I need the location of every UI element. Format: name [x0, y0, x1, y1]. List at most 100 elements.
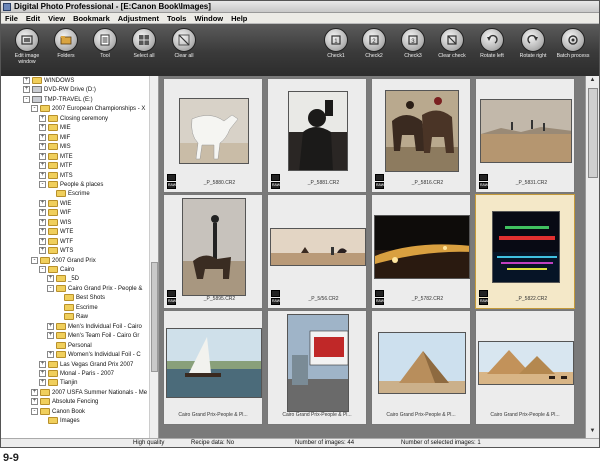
expand-icon[interactable]: +: [39, 209, 46, 217]
scroll-down-arrow-icon[interactable]: ▼: [588, 428, 597, 437]
tree-scrollbar[interactable]: [149, 76, 158, 438]
thumbnail-cell[interactable]: RAW _P_5822.CR2: [475, 194, 575, 309]
edit-image-window-button[interactable]: Edit image window: [7, 28, 47, 74]
rotate-left-button[interactable]: Rotate left: [472, 28, 512, 74]
thumbnail-cell[interactable]: Cairo Grand Prix-People & Pl...: [371, 310, 471, 425]
tree-item[interactable]: - 2007 European Championships - X: [31, 105, 145, 114]
check1-button[interactable]: 1 Check1: [316, 28, 356, 74]
thumbnail-image[interactable]: [480, 99, 572, 163]
tree-item[interactable]: + Las Vegas Grand Prix 2007: [39, 360, 133, 370]
tree-item[interactable]: Escrime: [55, 303, 98, 313]
thumbnail-cell[interactable]: RAW _P_5816.CR2: [371, 78, 471, 193]
tree-item[interactable]: + MIS: [39, 143, 71, 152]
tree-item[interactable]: + WTS: [39, 247, 73, 256]
menu-edit[interactable]: Edit: [22, 13, 44, 23]
menu-adjustment[interactable]: Adjustment: [114, 13, 163, 23]
menu-view[interactable]: View: [44, 13, 69, 23]
thumbnail-image[interactable]: [288, 91, 348, 171]
menu-window[interactable]: Window: [190, 13, 227, 23]
expand-icon[interactable]: +: [47, 351, 54, 359]
tree-item[interactable]: Escrime: [47, 190, 90, 199]
rotate-right-button[interactable]: Rotate right: [513, 28, 553, 74]
expand-icon[interactable]: +: [39, 237, 46, 245]
check3-button[interactable]: 3 Check3: [393, 28, 433, 74]
select-all-button[interactable]: Select all: [124, 28, 164, 74]
clear-all-button[interactable]: Clear all: [164, 28, 204, 74]
collapse-icon[interactable]: -: [23, 95, 30, 103]
tree-item[interactable]: + WIE: [39, 199, 71, 209]
thumbnail-cell[interactable]: RAW _P_5895.CR2: [163, 194, 263, 309]
tree-item[interactable]: Images: [39, 417, 80, 426]
tree-item[interactable]: + Absolute Fencing: [31, 398, 98, 407]
tree-item[interactable]: - Cairo: [39, 266, 74, 275]
tree-item[interactable]: + WTF: [39, 237, 73, 247]
check2-button[interactable]: 2 Check2: [354, 28, 394, 74]
collapse-icon[interactable]: -: [31, 105, 38, 113]
thumbnail-cell[interactable]: RAW _P_5831.CR2: [475, 78, 575, 193]
clear-check-button[interactable]: Clear check: [432, 28, 472, 74]
expand-icon[interactable]: +: [39, 228, 46, 236]
tree-item[interactable]: + MTS: [39, 171, 73, 181]
grid-scroll-thumb[interactable]: [588, 88, 598, 178]
tree-item[interactable]: + WIS: [39, 218, 71, 228]
tree-item[interactable]: - Canon Book: [31, 407, 85, 417]
expand-icon[interactable]: +: [39, 114, 46, 122]
tree-item[interactable]: + MTE: [39, 152, 73, 162]
expand-icon[interactable]: +: [47, 332, 54, 340]
thumbnail-image[interactable]: [378, 332, 466, 394]
expand-icon[interactable]: +: [39, 152, 46, 160]
thumbnail-cell[interactable]: RAW _P_5880.CR2: [163, 78, 263, 193]
tool-button[interactable]: Tool: [85, 28, 125, 74]
menu-file[interactable]: File: [1, 13, 22, 23]
thumbnail-cell[interactable]: Cairo Grand Prix-People & Pl...: [267, 310, 367, 425]
tree-scroll-thumb[interactable]: [151, 262, 158, 372]
thumbnail-image[interactable]: [478, 341, 574, 385]
tree-item[interactable]: + Men's Team Foil - Cairo Gr: [47, 332, 139, 341]
tree-item[interactable]: + MIE: [39, 124, 71, 133]
thumbnail-cell[interactable]: Cairo Grand Prix-People & Pl...: [475, 310, 575, 425]
expand-icon[interactable]: +: [23, 86, 30, 94]
tree-item[interactable]: + MTF: [39, 162, 72, 171]
scroll-up-arrow-icon[interactable]: ▲: [588, 77, 597, 86]
expand-icon[interactable]: +: [39, 143, 46, 151]
tree-item[interactable]: - 2007 Grand Prix: [31, 256, 96, 266]
expand-icon[interactable]: +: [39, 124, 46, 132]
tree-item[interactable]: + DVD-RW Drive (D:): [23, 86, 96, 95]
expand-icon[interactable]: +: [47, 275, 54, 283]
expand-icon[interactable]: +: [39, 199, 46, 207]
tree-item[interactable]: + Tianjin: [39, 379, 77, 388]
tree-item[interactable]: Personal: [47, 341, 92, 351]
expand-icon[interactable]: +: [47, 322, 54, 330]
tree-item[interactable]: - People & places: [39, 180, 103, 190]
tree-item[interactable]: + Women's Individual Foil - C: [47, 351, 141, 360]
menu-tools[interactable]: Tools: [163, 13, 190, 23]
tree-item[interactable]: + Men's Individual Foil - Cairo: [47, 322, 142, 332]
thumbnail-cell[interactable]: RAW _P_5782.CR2: [371, 194, 471, 309]
tree-item[interactable]: +2007 USFA Summer Nationals - Me: [31, 388, 147, 398]
menu-help[interactable]: Help: [227, 13, 251, 23]
expand-icon[interactable]: +: [39, 133, 46, 141]
thumbnail-cell[interactable]: Cairo Grand Prix-People & Pl...: [163, 310, 263, 425]
expand-icon[interactable]: +: [31, 398, 38, 406]
expand-icon[interactable]: +: [23, 77, 30, 84]
collapse-icon[interactable]: -: [47, 284, 54, 292]
expand-icon[interactable]: +: [31, 388, 38, 396]
expand-icon[interactable]: +: [39, 369, 46, 377]
tree-item[interactable]: Best Shots: [55, 294, 105, 303]
thumbnail-cell[interactable]: RAW _P_5/56.CR2: [267, 194, 367, 309]
thumbnail-image[interactable]: [492, 211, 560, 283]
thumbnail-image[interactable]: [374, 215, 470, 279]
tree-item[interactable]: Raw: [55, 313, 88, 322]
thumbnail-image[interactable]: [270, 228, 366, 266]
collapse-icon[interactable]: -: [39, 180, 46, 188]
thumbnail-cell[interactable]: RAW _P_5881.CR2: [267, 78, 367, 193]
tree-item[interactable]: + WTE: [39, 228, 73, 237]
tree-item[interactable]: + MIF: [39, 133, 70, 143]
batch-process-button[interactable]: Batch process: [553, 28, 593, 74]
collapse-icon[interactable]: -: [31, 256, 38, 264]
thumbnail-image[interactable]: [287, 314, 349, 412]
tree-item[interactable]: - TMP-TRAVEL (E:): [23, 95, 93, 105]
tree-item[interactable]: + WINDOWS: [23, 77, 74, 86]
tree-item[interactable]: + Closing ceremony: [39, 114, 108, 124]
expand-icon[interactable]: +: [39, 171, 46, 179]
